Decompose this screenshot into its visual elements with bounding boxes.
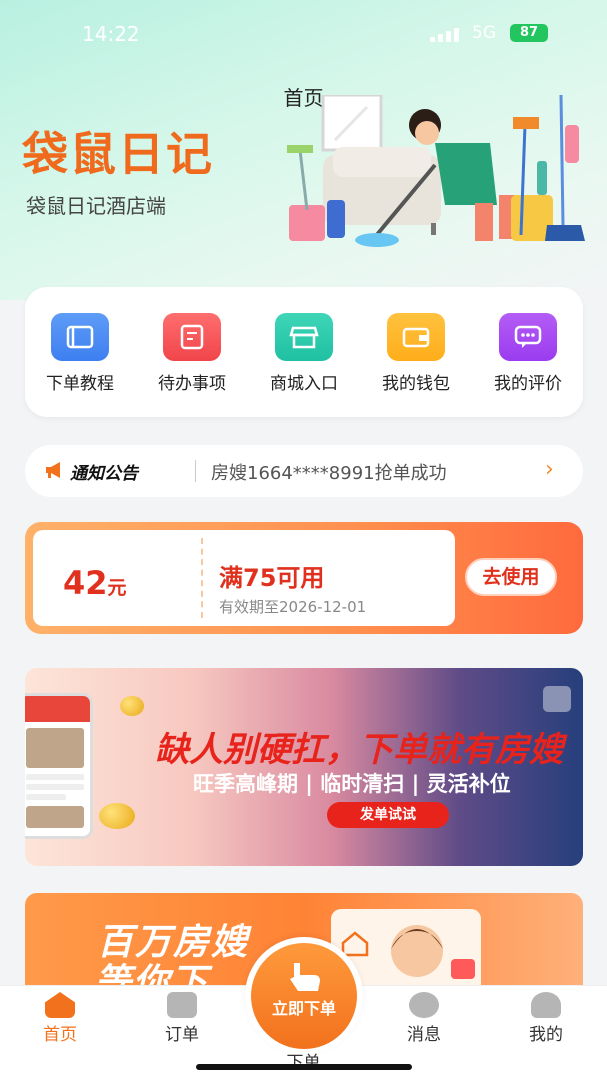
quick-action-label: 商城入口 (270, 374, 338, 394)
coupon-amount-value: 42 (63, 564, 108, 602)
brand-logo: 袋鼠日记 (22, 127, 214, 181)
quick-action-label: 我的评价 (494, 374, 562, 394)
checklist-icon (163, 313, 221, 361)
home-icon (45, 992, 75, 1018)
tab-label: 订单 (165, 1025, 199, 1045)
wallet-icon (387, 313, 445, 361)
store-icon (275, 313, 333, 361)
quick-action-reviews[interactable]: 我的评价 (478, 313, 578, 394)
banner-title: 缺人别硬扛，下单就有房嫂 (155, 730, 563, 770)
try-order-button[interactable]: 发单试试 (327, 802, 449, 828)
use-coupon-button[interactable]: 去使用 (465, 558, 557, 596)
place-order-button[interactable]: 立即下单 (251, 943, 357, 1049)
tab-label: 首页 (43, 1025, 77, 1045)
hand-pointer-icon (290, 963, 320, 991)
fab-label: 立即下单 (271, 999, 336, 1018)
quick-action-todo[interactable]: 待办事项 (142, 313, 242, 394)
quick-action-label: 待办事项 (158, 374, 226, 394)
notice-bar[interactable]: 通知公告 房嫂1664****8991抢单成功 › (25, 445, 583, 497)
home-indicator (196, 1064, 412, 1070)
tab-label: 我的 (529, 1025, 563, 1045)
status-bar: 14:22 5G 87 (0, 18, 607, 50)
network-type: 5G (472, 23, 496, 43)
coupon-condition: 满75可用 (219, 564, 325, 592)
coin-icon (99, 803, 135, 829)
quick-action-tutorial[interactable]: 下单教程 (30, 313, 130, 394)
notice-text: 房嫂1664****8991抢单成功 (211, 463, 447, 484)
cleaning-illustration-icon (287, 95, 585, 247)
status-time: 14:22 (82, 22, 140, 46)
coupon-amount: 42元 (63, 564, 127, 602)
coupon-amount-unit: 元 (107, 577, 127, 599)
tab-orders[interactable]: 订单 (142, 992, 222, 1045)
tab-messages[interactable]: 消息 (384, 992, 464, 1045)
battery-icon: 87 (510, 24, 548, 42)
brand-subtitle: 袋鼠日记酒店端 (26, 194, 166, 218)
phone-mockup (25, 693, 93, 839)
hero-header: 14:22 5G 87 首页 袋鼠日记 袋鼠日记酒店端 (0, 0, 607, 300)
quick-action-wallet[interactable]: 我的钱包 (366, 313, 466, 394)
coupon-body: 42元 满75可用 有效期至2026-12-01 (33, 530, 455, 626)
coin-icon (120, 696, 144, 716)
coupon-validity: 有效期至2026-12-01 (219, 598, 367, 616)
tab-mine[interactable]: 我的 (506, 992, 586, 1045)
quick-action-store[interactable]: 商城入口 (254, 313, 354, 394)
tab-home[interactable]: 首页 (20, 992, 100, 1045)
quick-action-label: 我的钱包 (382, 374, 450, 394)
message-icon (409, 992, 439, 1018)
tab-label: 消息 (407, 1025, 441, 1045)
clipboard-icon (167, 992, 197, 1018)
coupon-divider (201, 538, 203, 618)
megaphone-icon (46, 462, 60, 478)
book-icon (51, 313, 109, 361)
banner-subtitle: 旺季高峰期 | 临时清扫 | 灵活补位 (193, 772, 511, 796)
place-order-fab[interactable]: 立即下单 (245, 937, 363, 1055)
signal-icon (430, 28, 464, 42)
chat-icon (499, 313, 557, 361)
notice-title: 通知公告 (70, 464, 138, 484)
quick-action-label: 下单教程 (46, 374, 114, 394)
coupon-card[interactable]: 42元 满75可用 有效期至2026-12-01 去使用 (25, 522, 583, 634)
quick-actions-card: 下单教程 待办事项 商城入口 我的钱包 我的评价 (25, 287, 583, 417)
notice-divider (195, 460, 196, 482)
user-icon (531, 992, 561, 1018)
chevron-right-icon: › (545, 457, 554, 482)
calculator-icon (543, 686, 571, 712)
promo-banner[interactable]: 缺人别硬扛，下单就有房嫂 旺季高峰期 | 临时清扫 | 灵活补位 发单试试 (25, 668, 583, 866)
